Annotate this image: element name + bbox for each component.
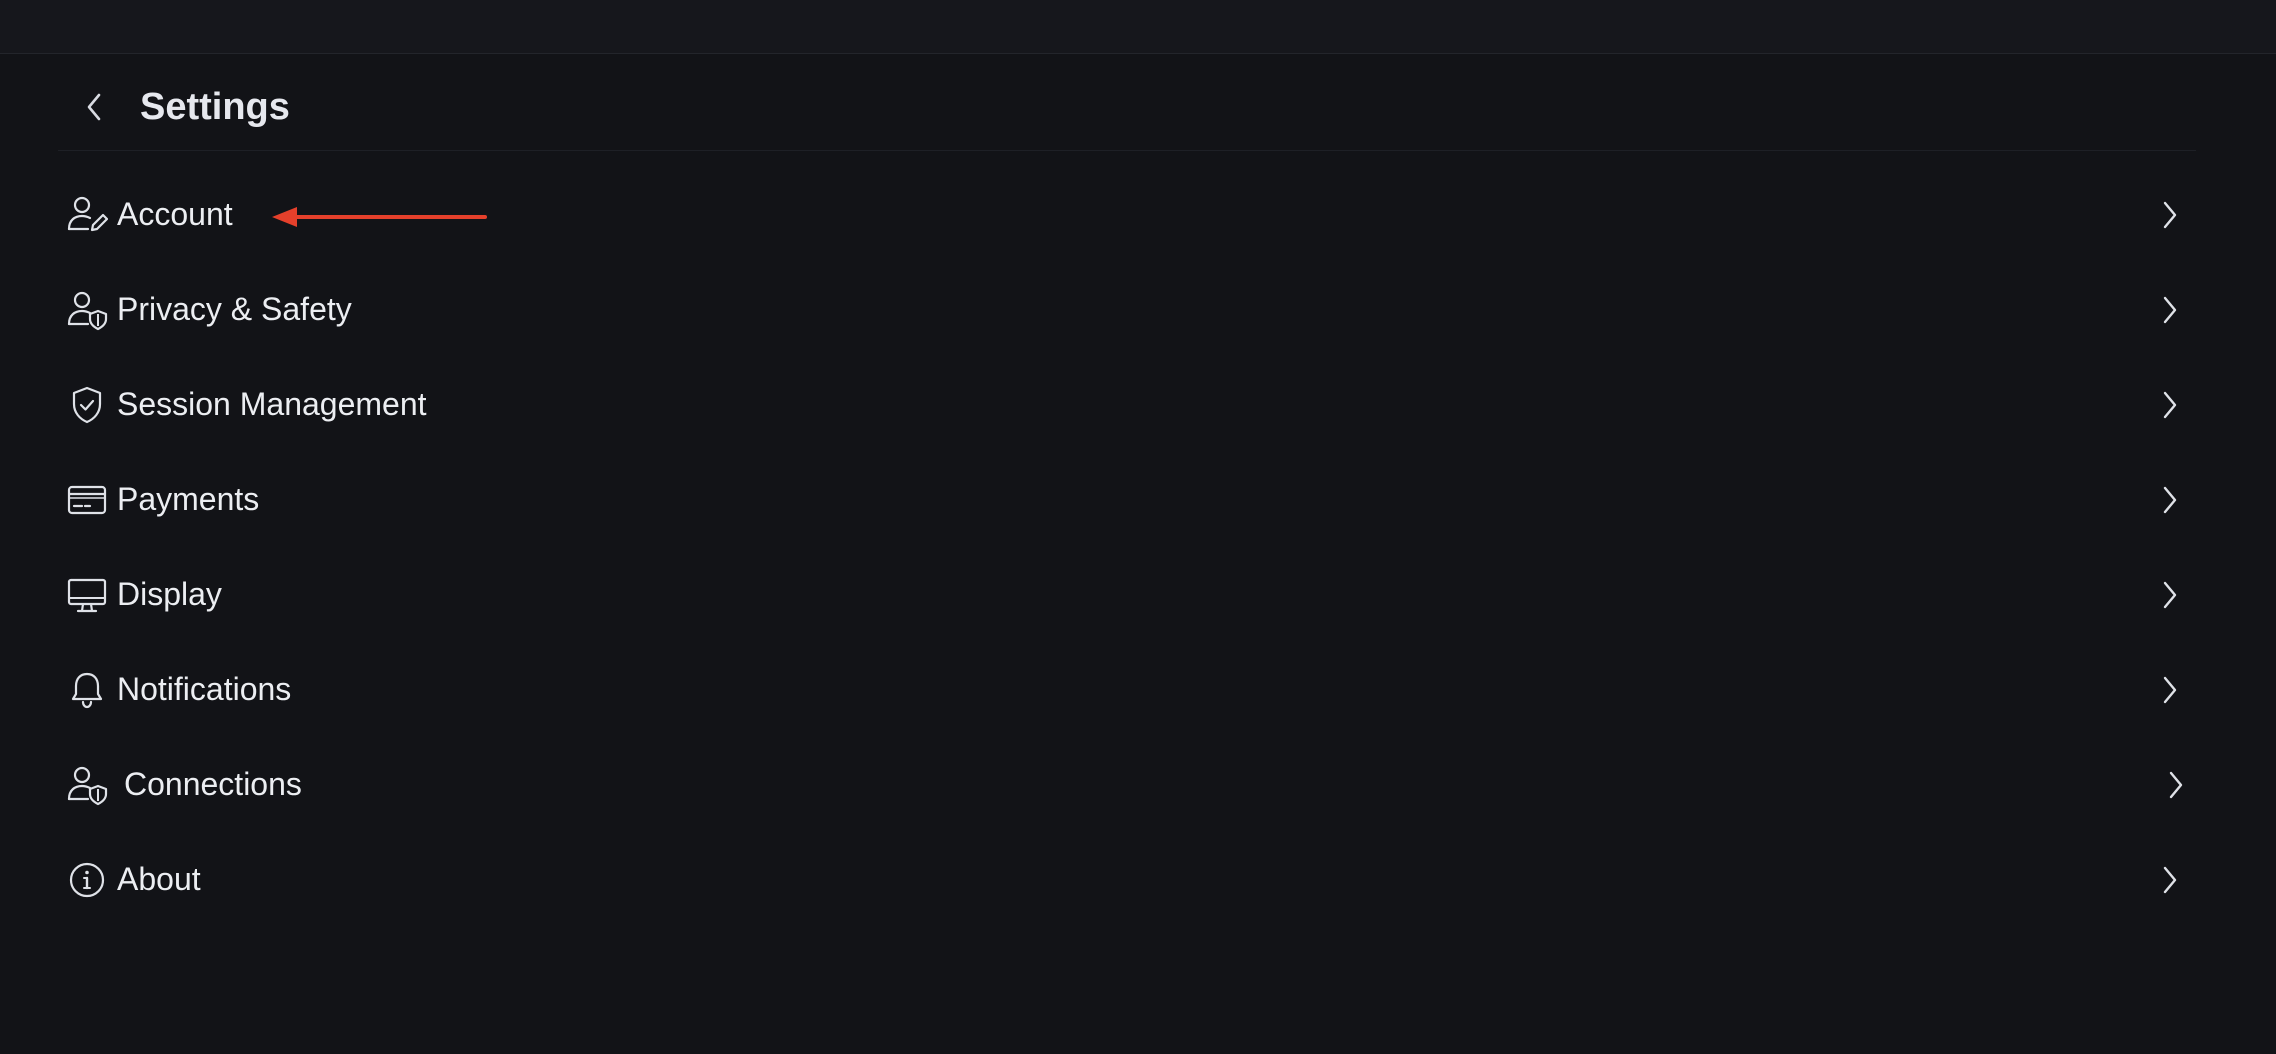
menu-item-payments[interactable]: Payments (58, 453, 2188, 548)
chevron-left-icon (84, 91, 104, 123)
header-divider (58, 150, 2196, 151)
user-shield-icon (66, 764, 108, 806)
menu-item-label: Connections (124, 766, 302, 802)
menu-item-label: Session Management (117, 386, 427, 422)
menu-item-label: Privacy & Safety (117, 291, 352, 327)
menu-item-notifications[interactable]: Notifications (58, 643, 2188, 738)
annotation-arrow-icon (270, 202, 488, 232)
chevron-right-icon (2158, 767, 2194, 803)
menu-item-privacy-safety[interactable]: Privacy & Safety (58, 263, 2188, 358)
menu-item-label: Display (117, 576, 222, 612)
menu-item-label: Payments (117, 481, 260, 517)
settings-menu: Account Privacy & Safety Session Managem… (58, 168, 2188, 928)
menu-item-connections[interactable]: Connections (58, 738, 2188, 833)
menu-item-label: Notifications (117, 671, 292, 707)
credit-card-icon (66, 479, 108, 521)
bell-icon (66, 669, 108, 711)
chevron-right-icon (2152, 672, 2188, 708)
chevron-right-icon (2152, 862, 2188, 898)
chevron-right-icon (2152, 387, 2188, 423)
menu-item-label: Account (117, 196, 233, 232)
settings-header: Settings (0, 53, 2276, 151)
user-edit-icon (66, 194, 108, 236)
user-shield-icon (66, 289, 108, 331)
menu-item-label: About (117, 861, 201, 897)
info-icon (66, 859, 108, 901)
top-bar (0, 0, 2276, 54)
chevron-right-icon (2152, 197, 2188, 233)
menu-item-session-management[interactable]: Session Management (58, 358, 2188, 453)
menu-item-display[interactable]: Display (58, 548, 2188, 643)
menu-item-about[interactable]: About (58, 833, 2188, 928)
back-button[interactable] (76, 89, 112, 125)
chevron-right-icon (2152, 482, 2188, 518)
shield-check-icon (66, 384, 108, 426)
page-title: Settings (140, 86, 290, 128)
chevron-right-icon (2152, 577, 2188, 613)
monitor-icon (66, 574, 108, 616)
chevron-right-icon (2152, 292, 2188, 328)
